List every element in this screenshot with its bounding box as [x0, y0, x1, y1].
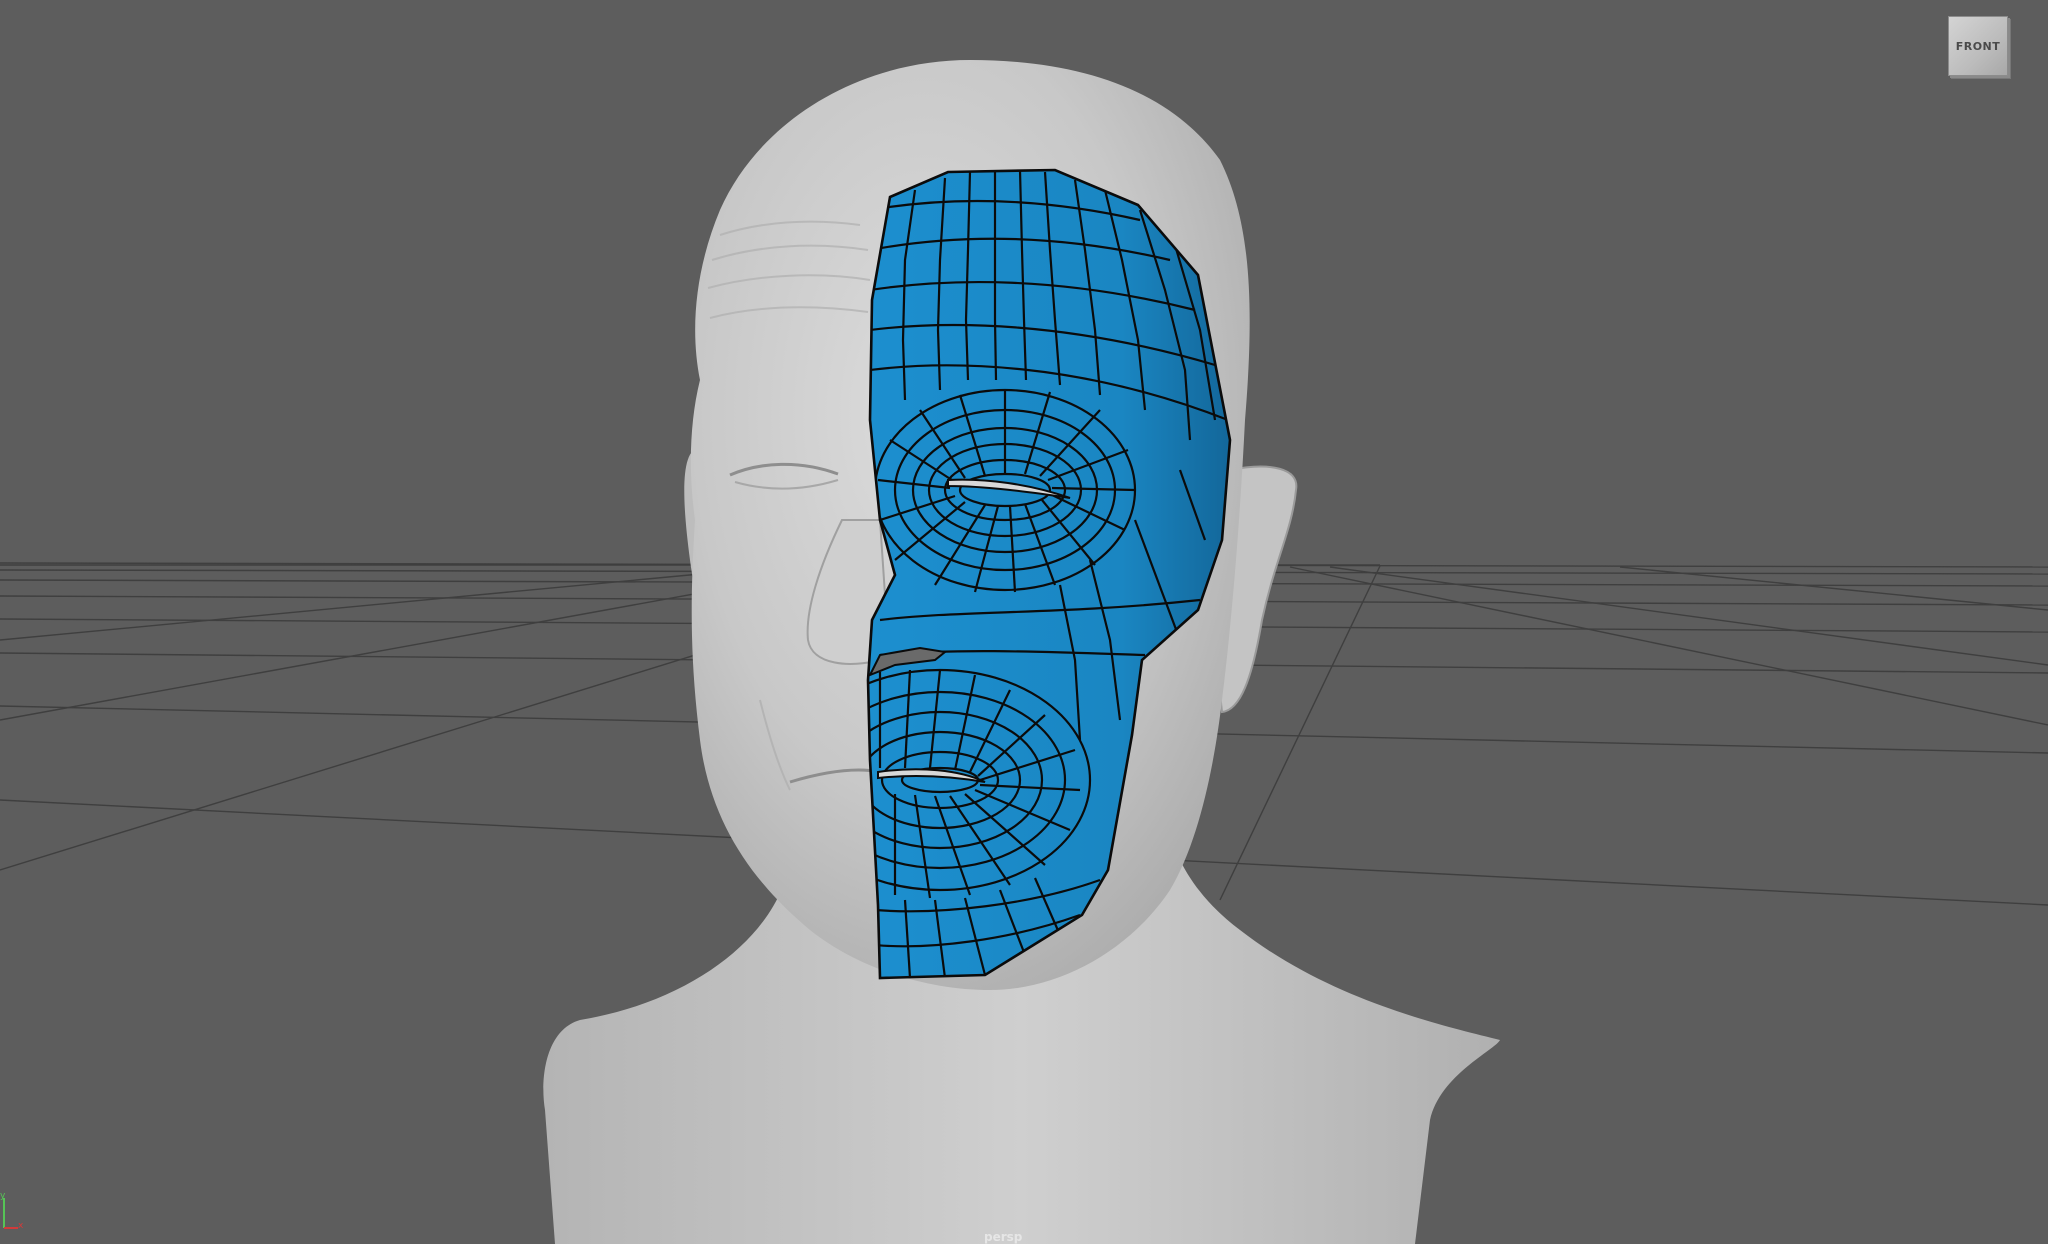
camera-label: persp: [984, 1230, 1023, 1244]
svg-text:y: y: [0, 1192, 6, 1201]
scene-render[interactable]: [0, 0, 2048, 1244]
view-cube[interactable]: FRONT: [1948, 16, 2008, 76]
3d-viewport[interactable]: FRONT y x persp: [0, 0, 2048, 1244]
svg-text:x: x: [18, 1221, 24, 1231]
view-cube-label: FRONT: [1955, 39, 2001, 53]
axis-gizmo-icon: y x: [0, 1192, 24, 1231]
